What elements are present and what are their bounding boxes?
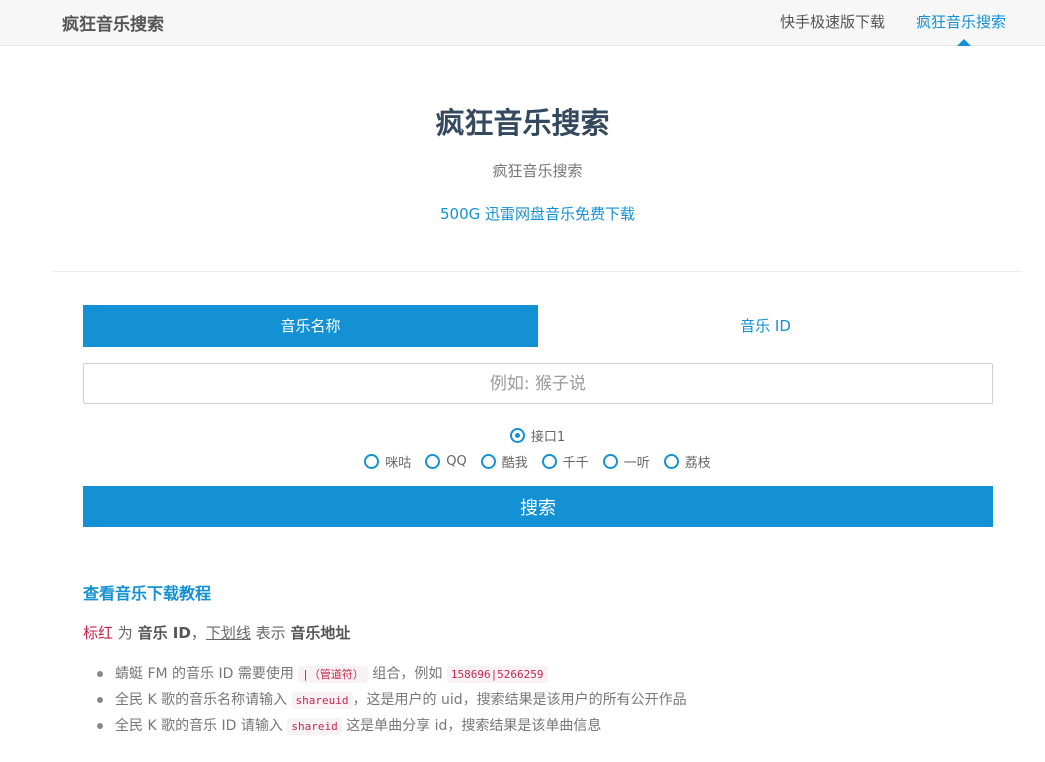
nav-link-kuaishou-download[interactable]: 快手极速版下载 bbox=[780, 11, 885, 32]
radio-label: 荔枝 bbox=[684, 456, 711, 471]
radio-qq[interactable]: QQ bbox=[425, 452, 467, 471]
radio-checked-icon[interactable] bbox=[509, 428, 525, 443]
radio-label: 咪咕 bbox=[385, 456, 412, 471]
radio-label: 酷我 bbox=[501, 456, 528, 471]
header-divider bbox=[53, 271, 1022, 272]
promo-link[interactable]: 500G 迅雷网盘音乐免费下载 bbox=[0, 203, 1045, 224]
code-snippet: shareuid bbox=[291, 692, 353, 709]
radio-yiting[interactable]: 一听 bbox=[602, 452, 650, 471]
tab-music-name[interactable]: 音乐名称 bbox=[83, 305, 538, 347]
list-item: 全民 K 歌的音乐名称请输入 shareuid ，这是用户的 uid，搜索结果是该… bbox=[97, 687, 687, 713]
radio-unchecked-icon[interactable] bbox=[541, 454, 557, 469]
page-title: 疯狂音乐搜索 bbox=[435, 106, 610, 140]
radio-label: 千千 bbox=[562, 456, 589, 471]
list-item: 全民 K 歌的音乐 ID 请输入 shareid 这是单曲分享 id，搜索结果是… bbox=[97, 713, 687, 739]
radio-unchecked-icon[interactable] bbox=[480, 454, 496, 469]
legend-text: 标红 为 音乐 ID，下划线 表示 音乐地址 bbox=[83, 624, 351, 642]
code-snippet: 158696|5266259 bbox=[446, 666, 548, 683]
active-nav-indicator bbox=[957, 39, 971, 46]
top-navbar: 疯狂音乐搜索 快手极速版下载 疯狂音乐搜索 bbox=[0, 0, 1045, 46]
radio-migu[interactable]: 咪咕 bbox=[364, 452, 411, 471]
tab-music-id[interactable]: 音乐 ID bbox=[538, 305, 993, 347]
radio-label: 一听 bbox=[623, 456, 650, 471]
legend-bold-music-id: 音乐 ID bbox=[137, 624, 191, 642]
radio-unchecked-icon[interactable] bbox=[364, 454, 380, 469]
search-button[interactable]: 搜索 bbox=[83, 486, 993, 527]
radio-unchecked-icon[interactable] bbox=[663, 454, 679, 469]
legend-red-sample: 标红 bbox=[83, 624, 114, 642]
brand-logo[interactable]: 疯狂音乐搜索 bbox=[62, 10, 164, 35]
radio-kuwo[interactable]: 酷我 bbox=[480, 452, 528, 471]
tips-list: 蜻蜓 FM 的音乐 ID 需要使用 |（管道符） 组合，例如 158696|52… bbox=[97, 661, 687, 739]
nav-link-music-search[interactable]: 疯狂音乐搜索 bbox=[916, 11, 1006, 32]
list-item: 蜻蜓 FM 的音乐 ID 需要使用 |（管道符） 组合，例如 158696|52… bbox=[97, 661, 687, 687]
legend-underline-sample: 下划线 bbox=[205, 624, 251, 642]
legend-bold-music-url: 音乐地址 bbox=[290, 624, 351, 642]
radio-lizhi[interactable]: 荔枝 bbox=[663, 452, 711, 471]
radio-label: QQ bbox=[446, 454, 467, 469]
page-subtitle: 疯狂音乐搜索 bbox=[492, 162, 583, 180]
source-radio-group-secondary: 咪咕 QQ 酷我 千千 一听 荔枝 bbox=[0, 452, 1045, 471]
search-input[interactable] bbox=[83, 363, 993, 404]
radio-label: 接口1 bbox=[530, 430, 566, 445]
tutorial-link[interactable]: 查看音乐下载教程 bbox=[83, 580, 211, 604]
radio-unchecked-icon[interactable] bbox=[425, 454, 441, 469]
radio-unchecked-icon[interactable] bbox=[602, 454, 618, 469]
source-radio-group-primary: 接口1 bbox=[0, 426, 1045, 445]
radio-interface-1[interactable]: 接口1 bbox=[509, 426, 566, 445]
radio-qianqian[interactable]: 千千 bbox=[541, 452, 589, 471]
code-snippet: |（管道符） bbox=[298, 666, 368, 683]
code-snippet: shareid bbox=[287, 718, 342, 735]
